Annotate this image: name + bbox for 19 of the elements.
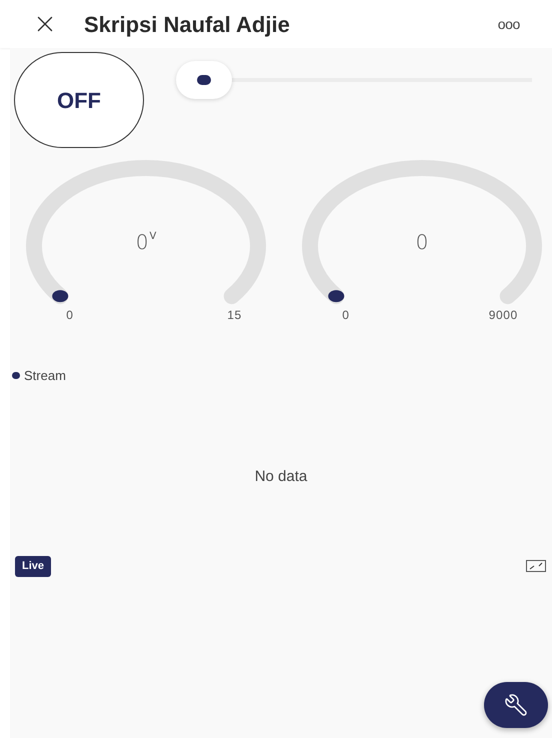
gauge-unit: V: [149, 232, 156, 242]
fullscreen-icon[interactable]: [526, 560, 546, 572]
window-title: Skripsi Naufal Adjie: [84, 10, 290, 39]
gauge-max: 15: [227, 307, 242, 324]
gauge-marker: [52, 290, 68, 302]
gauge-value: 0: [136, 232, 148, 252]
empty-chart-message: No data: [254, 466, 308, 486]
legend-label: Stream: [24, 367, 66, 385]
gauge-value: 0: [416, 232, 428, 252]
gauge-max: 9000: [488, 307, 518, 324]
gauge-min: 0: [342, 307, 350, 324]
slider-thumb[interactable]: [176, 61, 232, 99]
live-badge[interactable]: Live: [15, 556, 52, 576]
more-menu[interactable]: ooo: [498, 14, 520, 34]
gauge-min: 0: [66, 307, 74, 324]
wrench-icon: [504, 693, 528, 717]
power-switch[interactable]: OFF: [14, 52, 144, 148]
settings-button[interactable]: [484, 682, 548, 728]
gauge-marker: [328, 290, 344, 302]
